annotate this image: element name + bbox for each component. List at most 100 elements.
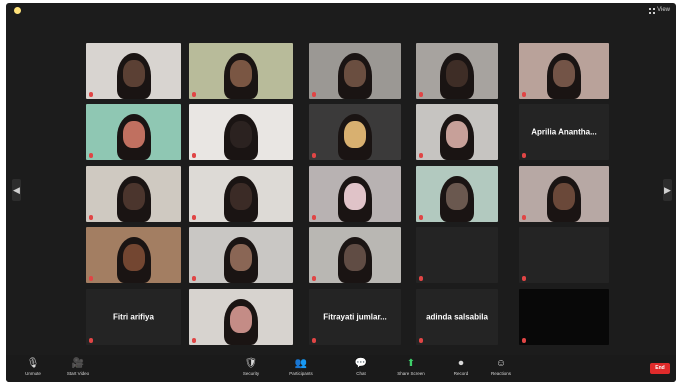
participant-tile[interactable] bbox=[309, 227, 401, 283]
participant-tile[interactable]: Fitrayati jumlar... bbox=[309, 289, 401, 345]
unmute-label: Unmute bbox=[25, 371, 41, 376]
participant-tile[interactable] bbox=[189, 104, 293, 160]
participant-tile[interactable]: adinda salsabila bbox=[416, 289, 498, 345]
muted-microphone-icon bbox=[89, 153, 93, 158]
participant-tile[interactable] bbox=[416, 104, 498, 160]
participant-tile[interactable] bbox=[416, 227, 498, 283]
participant-display-name: Fitrayati jumlar... bbox=[323, 312, 387, 322]
people-icon: 👥 bbox=[294, 358, 308, 369]
muted-microphone-icon bbox=[192, 92, 196, 97]
muted-microphone-icon bbox=[419, 153, 423, 158]
participant-face bbox=[122, 59, 145, 87]
participant-tile[interactable] bbox=[86, 43, 181, 99]
smile-icon: ☺ bbox=[495, 358, 507, 369]
muted-microphone-icon bbox=[89, 92, 93, 97]
video-button[interactable]: 🎥 Start Video bbox=[61, 357, 95, 381]
participant-face bbox=[446, 59, 468, 87]
muted-microphone-icon bbox=[312, 153, 316, 158]
meeting-window: View Aprilia Anantha... Fitri arifiya Fitr… bbox=[6, 3, 676, 382]
record-label: Record bbox=[453, 371, 469, 376]
participant-tile[interactable] bbox=[189, 166, 293, 222]
share-button[interactable]: ⬆ Share Screen bbox=[394, 357, 428, 381]
participant-face bbox=[230, 120, 252, 148]
record-button[interactable]: ⏺ Record bbox=[444, 357, 478, 381]
muted-microphone-icon bbox=[89, 338, 93, 343]
muted-microphone-icon bbox=[522, 338, 526, 343]
participant-face bbox=[344, 182, 366, 210]
shield-icon: 🛡 bbox=[244, 358, 258, 369]
participant-tile[interactable] bbox=[519, 227, 609, 283]
muted-microphone-icon bbox=[89, 215, 93, 220]
reactions-label: Reactions bbox=[490, 371, 511, 376]
chat-label: Chat bbox=[356, 371, 366, 376]
end-meeting-button[interactable]: End bbox=[650, 363, 670, 374]
share-screen-icon: ⬆ bbox=[406, 358, 416, 369]
chat-button[interactable]: 💬 Chat bbox=[344, 357, 378, 381]
muted-microphone-icon bbox=[419, 338, 423, 343]
record-icon: ⏺ bbox=[458, 358, 464, 369]
participant-face bbox=[230, 305, 252, 333]
muted-microphone-icon bbox=[192, 215, 196, 220]
muted-microphone-icon bbox=[522, 276, 526, 281]
participant-display-name: Aprilia Anantha... bbox=[531, 127, 597, 137]
participant-tile[interactable] bbox=[189, 289, 293, 345]
participant-display-name: adinda salsabila bbox=[426, 312, 488, 322]
participant-face bbox=[553, 59, 575, 87]
participant-tile[interactable] bbox=[416, 166, 498, 222]
muted-microphone-icon bbox=[312, 338, 316, 343]
share-label: Share Screen bbox=[397, 371, 425, 376]
participant-tile[interactable] bbox=[86, 104, 181, 160]
microphone-icon: 🎙 bbox=[26, 358, 40, 369]
participant-tile[interactable]: Fitri arifiya bbox=[86, 289, 181, 345]
participant-tile[interactable] bbox=[189, 43, 293, 99]
participant-display-name: Fitri arifiya bbox=[113, 312, 154, 322]
participant-face bbox=[344, 243, 366, 271]
participant-face bbox=[230, 243, 252, 271]
video-label: Start Video bbox=[66, 371, 90, 376]
muted-microphone-icon bbox=[522, 153, 526, 158]
muted-microphone-icon bbox=[419, 215, 423, 220]
participant-tile[interactable] bbox=[519, 43, 609, 99]
participant-tile[interactable] bbox=[519, 166, 609, 222]
muted-microphone-icon bbox=[312, 92, 316, 97]
participant-tile[interactable] bbox=[86, 166, 181, 222]
participant-tile[interactable] bbox=[309, 43, 401, 99]
participant-face bbox=[553, 182, 575, 210]
muted-microphone-icon bbox=[192, 338, 196, 343]
participant-face bbox=[230, 182, 252, 210]
participant-face bbox=[122, 243, 145, 271]
reactions-button[interactable]: ☺ Reactions bbox=[484, 357, 518, 381]
muted-microphone-icon bbox=[89, 276, 93, 281]
next-page-button[interactable]: ▶ bbox=[663, 179, 672, 201]
security-button[interactable]: 🛡 Security bbox=[234, 357, 268, 381]
participant-face bbox=[344, 120, 366, 148]
participant-tile[interactable] bbox=[86, 227, 181, 283]
muted-microphone-icon bbox=[522, 92, 526, 97]
participant-tile[interactable] bbox=[309, 104, 401, 160]
muted-microphone-icon bbox=[419, 92, 423, 97]
participants-button[interactable]: 👥 Participants bbox=[284, 357, 318, 381]
gallery-grid: Aprilia Anantha... Fitri arifiya Fitrayati… bbox=[6, 3, 676, 353]
muted-microphone-icon bbox=[312, 276, 316, 281]
participant-face bbox=[446, 120, 468, 148]
security-label: Security bbox=[242, 371, 260, 376]
muted-microphone-icon bbox=[522, 215, 526, 220]
participant-tile[interactable]: Aprilia Anantha... bbox=[519, 104, 609, 160]
participant-tile[interactable] bbox=[519, 289, 609, 345]
muted-microphone-icon bbox=[419, 276, 423, 281]
participant-face bbox=[122, 120, 145, 148]
participant-face bbox=[446, 182, 468, 210]
previous-page-button[interactable]: ◀ bbox=[12, 179, 21, 201]
participant-tile[interactable] bbox=[416, 43, 498, 99]
muted-microphone-icon bbox=[312, 215, 316, 220]
video-camera-icon: 🎥 bbox=[71, 358, 85, 369]
participant-tile[interactable] bbox=[309, 166, 401, 222]
participant-face bbox=[230, 59, 252, 87]
participant-face bbox=[344, 59, 366, 87]
muted-microphone-icon bbox=[192, 276, 196, 281]
unmute-button[interactable]: 🎙 Unmute bbox=[16, 357, 50, 381]
meeting-toolbar: End 🎙 Unmute 🎥 Start Video 🛡 Security 👥 Partici… bbox=[6, 355, 676, 382]
participant-face bbox=[122, 182, 145, 210]
participant-tile[interactable] bbox=[189, 227, 293, 283]
participants-label: Participants bbox=[289, 371, 313, 376]
